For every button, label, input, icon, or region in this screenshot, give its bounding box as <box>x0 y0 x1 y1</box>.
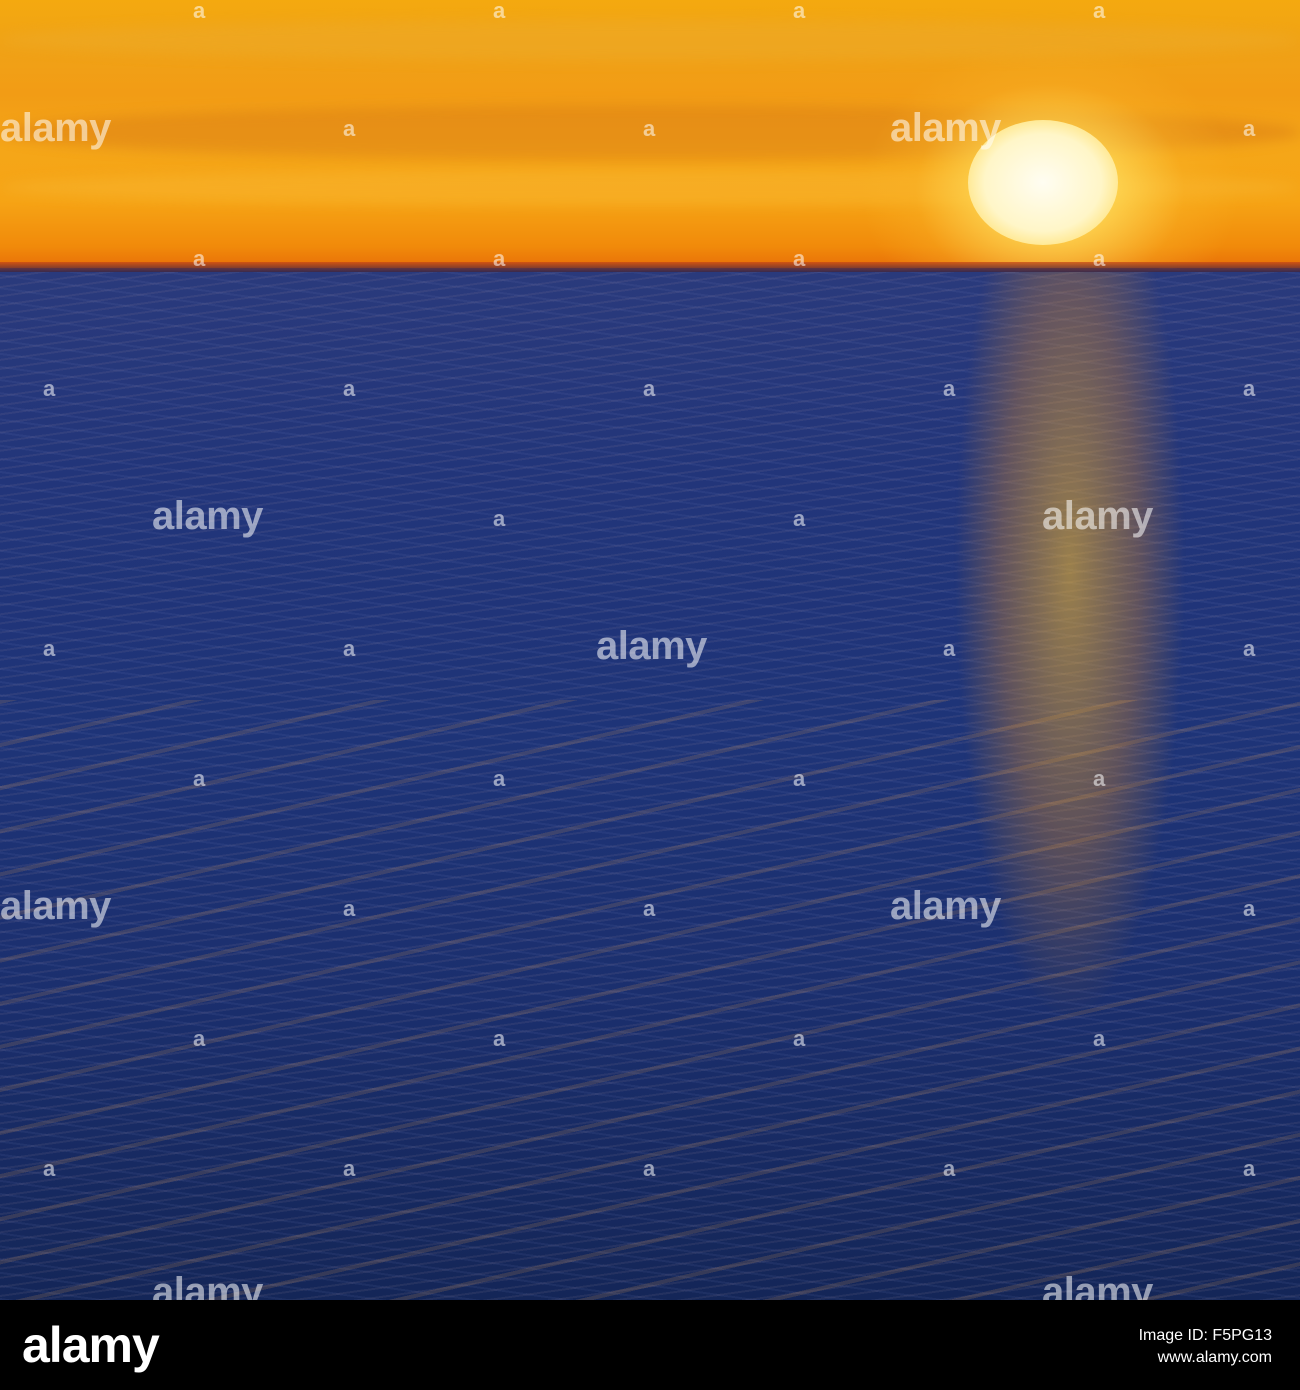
image-id: Image ID: F5PG13 <box>1138 1327 1272 1344</box>
watermark: alamy <box>1042 1270 1153 1300</box>
watermark-mark: a <box>943 1156 956 1181</box>
watermark-mark: a <box>343 636 356 661</box>
watermark-mark: a <box>493 246 506 271</box>
sunset-photo: alamy alamy alamy alamy alamy alamy alam… <box>0 0 1300 1300</box>
watermark-mark: a <box>943 636 956 661</box>
alamy-logo: alamy <box>22 1317 160 1373</box>
watermark-mark: a <box>43 376 56 401</box>
watermark-mark: a <box>1093 0 1106 23</box>
watermark-mark: a <box>1243 896 1256 921</box>
watermark-mark: a <box>193 246 206 271</box>
watermark-mark: a <box>643 376 656 401</box>
watermark-mark: a <box>43 636 56 661</box>
watermark-mark: a <box>493 0 506 23</box>
watermark: alamy <box>152 1270 263 1300</box>
watermark-mark: a <box>193 1026 206 1051</box>
watermark-mark: a <box>943 376 956 401</box>
watermark-mark: a <box>793 506 806 531</box>
watermark-mark: a <box>493 766 506 791</box>
watermark: alamy <box>596 624 707 668</box>
watermark-mark: a <box>1093 766 1106 791</box>
watermark: alamy <box>152 494 263 538</box>
watermark: alamy <box>890 106 1001 150</box>
watermark-mark: a <box>1093 246 1106 271</box>
watermark-mark: a <box>493 506 506 531</box>
watermark-mark: a <box>1243 376 1256 401</box>
watermark-mark: a <box>793 766 806 791</box>
watermark-mark: a <box>643 1156 656 1181</box>
watermark: alamy <box>890 884 1001 928</box>
sun-reflection <box>900 270 1240 1270</box>
watermark-mark: a <box>643 896 656 921</box>
stock-footer: alamy Image ID: F5PG13 www.alamy.com <box>0 1300 1300 1390</box>
watermark-mark: a <box>793 246 806 271</box>
watermark-mark: a <box>643 116 656 141</box>
watermark-mark: a <box>1093 1026 1106 1051</box>
watermark: alamy <box>1042 494 1153 538</box>
site-url: www.alamy.com <box>1157 1349 1272 1366</box>
watermark-mark: a <box>343 896 356 921</box>
watermark-mark: a <box>1243 636 1256 661</box>
watermark-mark: a <box>343 116 356 141</box>
watermark-mark: a <box>1243 1156 1256 1181</box>
watermark-mark: a <box>793 1026 806 1051</box>
watermark-mark: a <box>1243 116 1256 141</box>
watermark-mark: a <box>493 1026 506 1051</box>
watermark-mark: a <box>343 376 356 401</box>
watermark: alamy <box>0 884 111 928</box>
watermark-mark: a <box>793 0 806 23</box>
watermark-mark: a <box>43 1156 56 1181</box>
watermark-mark: a <box>193 766 206 791</box>
watermark-mark: a <box>343 1156 356 1181</box>
watermark: alamy <box>0 106 111 150</box>
watermark-mark: a <box>193 0 206 23</box>
